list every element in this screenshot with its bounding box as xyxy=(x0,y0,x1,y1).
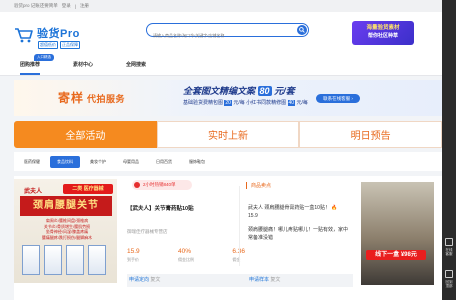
promo-ad-banner[interactable]: 海量验货素材 帮你社区种草 xyxy=(352,21,414,45)
apply-sample-label: 申请样本 xyxy=(249,277,270,283)
live-dot-icon xyxy=(134,182,140,188)
right-side-rail: 在线客服 回到顶部 xyxy=(442,0,456,300)
apply-directed-button[interactable]: 申请定向 复文 xyxy=(127,274,245,287)
apply-directed-label: 申请定向 xyxy=(129,277,150,283)
stat-label: 到手价 xyxy=(127,257,139,262)
hot-sales-text: 2小时热销840单 xyxy=(143,182,176,187)
stat-commission-rate: 40% 佣金比例 xyxy=(178,248,194,263)
subtab-category[interactable]: 美妆个护 xyxy=(83,156,113,168)
banner-sub-post: 元/每 xyxy=(296,100,308,106)
cart-logo-icon[interactable] xyxy=(14,26,34,44)
banner-headline: 全套图文精编文案 80 元/套 xyxy=(183,84,295,97)
hot-sales-badge: 2小时热销840单 xyxy=(132,180,192,190)
topbar-separator: | xyxy=(74,3,76,9)
nav-badge: 入口精选 xyxy=(34,54,54,61)
brand-tag: 超值低价 xyxy=(38,41,58,49)
tab-new-arrivals[interactable]: 实时上新 xyxy=(156,121,300,148)
selling-points-text: 武夫人 颈肩腰腿骨膏药贴一盒10贴！ 🔥 15.9 xyxy=(248,205,338,219)
banner-left-sub: 代拍服务 xyxy=(87,94,126,104)
banner-sub-price1: 20 xyxy=(224,100,232,106)
product-box-graphic xyxy=(22,245,40,275)
tab-tomorrow-preview[interactable]: 明日预告 xyxy=(299,121,443,148)
product-box-graphic xyxy=(44,245,62,275)
promo-ad-line2: 帮你社区种草 xyxy=(367,33,398,39)
rail-label[interactable]: 在线客服 xyxy=(445,248,453,256)
banner-headline-num: 80 xyxy=(257,86,272,96)
brand-tag: 正品保障 xyxy=(60,41,80,49)
selling-points-text: 颈肩腰腿痛！哪儿疼贴哪儿！一贴有效，家中常备准没错 xyxy=(248,227,349,241)
promo-ad-line1: 海量验货素材 xyxy=(366,25,400,31)
banner-left-title: 寄样 代拍服务 xyxy=(58,89,125,106)
banner-sub-pre: 基础验货费精包图 xyxy=(183,100,224,106)
login-link[interactable]: 登录 xyxy=(62,3,71,9)
banner-subline: 基础验货费精包图 20 元/每 小红书同款精修图 40 元/每 xyxy=(183,99,308,106)
customer-service-icon[interactable] xyxy=(445,238,453,246)
banner-headline-pre: 全套图文精编文案 xyxy=(183,86,256,96)
selling-points-header: 商品卖点 xyxy=(246,182,271,189)
stat-price: 15.9 到手价 xyxy=(127,248,140,263)
apply-sample-extra: 复文 xyxy=(270,277,281,283)
banner-left-main: 寄样 xyxy=(58,91,85,105)
nav-item-materials[interactable]: 素材中心 xyxy=(73,61,93,68)
register-link[interactable]: 注册 xyxy=(80,3,89,9)
product-card: 武夫人 二类 医疗器械 颈肩腰腿关节 肩周炎/腰椎间盘/颈椎病 关节炎/骨质增生… xyxy=(14,176,442,300)
promo-banner[interactable]: 寄样 代拍服务 全套图文精编文案 80 元/套 基础验货费精包图 20 元/每 小… xyxy=(14,80,442,116)
search-box xyxy=(146,23,309,42)
card-divider xyxy=(239,186,240,266)
stat-value: 15.9 xyxy=(127,248,140,255)
product-image-lines: 肩周炎/腰椎间盘/颈椎病 关节炎/骨质增生/腰肌劳损 坐骨神经/风湿/膝盖疼痛 … xyxy=(22,218,112,240)
apply-directed-extra: 复文 xyxy=(150,277,161,283)
rail-label[interactable]: 回到顶部 xyxy=(445,280,453,288)
brand-tags: 超值低价 正品保障 xyxy=(38,41,80,49)
contact-service-button[interactable]: 联系在线客服 › xyxy=(316,94,360,103)
shop-name[interactable]: 御瑞佳疗器械专营店 xyxy=(127,229,168,235)
apply-sample-button[interactable]: 申请样本 复文 xyxy=(245,274,353,287)
brand-name[interactable]: 验货Pro xyxy=(37,25,80,41)
banner-headline-post: 元/套 xyxy=(274,86,295,96)
product-brand: 武夫人 xyxy=(24,189,43,195)
product-image-line: 腰痛腿疼/跌打损伤/腿脚麻木 xyxy=(41,234,93,240)
offline-price-tag: 线下一盒 ¥98元 xyxy=(366,250,426,260)
banner-sub-mid: 元/每 小红书同款精修图 xyxy=(233,100,287,106)
subtab-category[interactable]: 食品饮料 xyxy=(50,155,80,168)
back-to-top-icon[interactable] xyxy=(445,270,453,278)
nav-item-group-buy[interactable]: 团购推荐 xyxy=(20,61,40,68)
banner-sub-price2: 40 xyxy=(287,100,296,106)
product-title[interactable]: 【武夫人】关节膏药贴10贴 xyxy=(127,204,194,212)
tab-all-activities[interactable]: 全部活动 xyxy=(14,121,157,148)
product-stats: 15.9 到手价 40% 佣金比例 6.36 佣金 xyxy=(127,248,245,263)
product-box-graphic xyxy=(88,245,106,275)
site-header: 验货Pro 超值低价 正品保障 海量验货素材 帮你社区种草 xyxy=(0,12,442,52)
search-button[interactable] xyxy=(297,25,307,35)
nav-item-search-all[interactable]: 全网搜索 xyxy=(126,61,146,68)
activity-tabs: 全部活动 实时上新 明日预告 xyxy=(14,121,443,148)
product-image-title: 颈肩腰腿关节 xyxy=(20,196,112,216)
main-nav: 入口精选 团购推荐 素材中心 全网搜索 xyxy=(0,52,442,76)
product-device-tag: 二类 医疗器械 xyxy=(63,184,113,194)
subtab-category[interactable]: 服饰鞋包 xyxy=(182,156,212,168)
product-photo[interactable]: 线下一盒 ¥98元 xyxy=(361,182,434,285)
subtab-category[interactable]: 医药保健 xyxy=(17,156,47,168)
nav-active-indicator xyxy=(20,73,40,75)
subtab-category[interactable]: 母婴用品 xyxy=(116,156,146,168)
stat-label: 佣金比例 xyxy=(178,257,194,262)
subtab-category[interactable]: 日用百货 xyxy=(149,156,179,168)
category-subtabs: 医药保健 食品饮料 美妆个护 母婴用品 日用百货 服饰鞋包 xyxy=(14,152,442,171)
top-utility-bar: 验货pro 记账还要简单 登录 | 注册 xyxy=(0,0,442,12)
stat-value: 40% xyxy=(178,248,192,255)
product-box-graphic xyxy=(66,245,84,275)
topbar-slogan: 验货pro 记账还要简单 xyxy=(14,3,58,8)
search-icon xyxy=(299,27,305,33)
product-image[interactable]: 武夫人 二类 医疗器械 颈肩腰腿关节 肩周炎/腰椎间盘/颈椎病 关节炎/骨质增生… xyxy=(14,179,117,283)
search-input[interactable] xyxy=(147,29,287,42)
